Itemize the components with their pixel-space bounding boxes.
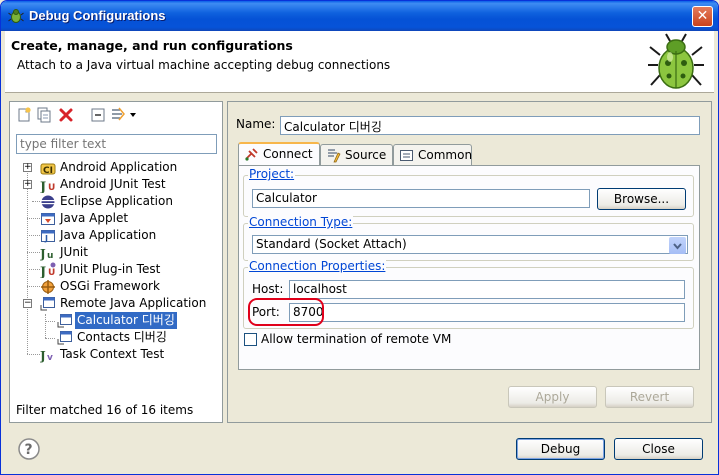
project-group: Project: Calculator Browse...: [243, 167, 694, 217]
browse-button[interactable]: Browse...: [597, 188, 686, 210]
tree-item-eclipse-application[interactable]: Eclipse Application: [10, 193, 220, 210]
java-app-icon: J: [41, 230, 55, 243]
project-input[interactable]: Calculator: [252, 189, 590, 208]
port-input[interactable]: 8700: [289, 303, 685, 322]
android-junit-icon: J U: [40, 180, 55, 193]
new-config-icon[interactable]: [16, 107, 32, 123]
allow-termination-checkbox[interactable]: [244, 333, 257, 346]
common-icon: [400, 150, 413, 161]
android-app-icon: CI: [40, 163, 56, 176]
debug-bug-banner-icon: [648, 33, 704, 89]
dialog-header: Create, manage, and run configurations A…: [5, 31, 714, 93]
project-legend: Project:: [248, 167, 296, 181]
remote-java-icon: [40, 297, 55, 311]
tree-item-task-context-test[interactable]: J v Task Context Test: [10, 346, 220, 363]
svg-text:J: J: [44, 234, 48, 243]
dropdown-arrow-icon[interactable]: [669, 237, 686, 254]
expand-icon[interactable]: +: [23, 180, 32, 189]
tree-item-remote-java-application[interactable]: − Remote Java Application: [10, 295, 220, 312]
revert-button[interactable]: Revert: [605, 386, 694, 408]
tree-item-android-application[interactable]: + CI Android Application: [10, 159, 220, 176]
svg-text:u: u: [47, 251, 53, 261]
header-title: Create, manage, and run configurations: [11, 38, 293, 53]
filter-status: Filter matched 16 of 16 items: [16, 403, 194, 417]
port-highlight-annotation: [248, 298, 324, 326]
name-label: Name:: [236, 117, 276, 131]
svg-text:J: J: [40, 349, 46, 363]
osgi-icon: [41, 280, 55, 294]
debug-bug-icon: [8, 9, 24, 23]
header-description: Attach to a Java virtual machine accepti…: [17, 58, 391, 72]
connection-properties-legend: Connection Properties:: [248, 259, 387, 273]
help-icon[interactable]: ?: [17, 437, 41, 461]
host-label: Host:: [252, 282, 284, 296]
filter-menu-icon[interactable]: [110, 107, 138, 123]
connection-type-group: Connection Type: Standard (Socket Attach…: [243, 215, 694, 261]
tree-item-calculator-debug[interactable]: Calculator 디버깅: [10, 312, 220, 329]
debug-configurations-window: Debug Configurations ✕ Create, manage, a…: [0, 0, 719, 475]
applet-icon: [41, 213, 55, 225]
connection-type-select[interactable]: Standard (Socket Attach): [252, 235, 688, 254]
config-name-input[interactable]: Calculator 디버깅: [280, 116, 700, 135]
svg-text:v: v: [47, 353, 53, 363]
tree-item-junit-plugin-test[interactable]: J U JUnit Plug-in Test: [10, 261, 220, 278]
svg-text:?: ?: [25, 442, 33, 458]
config-icon: [57, 314, 72, 328]
svg-text:U: U: [48, 183, 55, 193]
eclipse-icon: [41, 195, 55, 209]
debug-button[interactable]: Debug: [516, 438, 605, 460]
filter-input[interactable]: [16, 134, 217, 154]
tree-item-java-applet[interactable]: Java Applet: [10, 210, 220, 227]
allow-termination-label: Allow termination of remote VM: [261, 332, 452, 346]
svg-text:J: J: [40, 265, 46, 278]
title-bar: Debug Configurations ✕: [1, 1, 718, 31]
junit-plugin-icon: J U: [40, 262, 56, 278]
tree-item-osgi-framework[interactable]: OSGi Framework: [10, 278, 220, 295]
close-button[interactable]: Close: [614, 438, 703, 460]
connect-tab-content: Project: Calculator Browse... Connection…: [238, 165, 700, 370]
svg-text:J: J: [40, 247, 46, 261]
task-context-icon: J v: [40, 349, 53, 363]
collapse-icon[interactable]: −: [23, 299, 32, 308]
junit-icon: J u: [40, 247, 53, 261]
config-icon: [57, 331, 72, 345]
configuration-editor-panel: Name: Calculator 디버깅 Connect Source Comm…: [227, 101, 712, 423]
tree-item-java-application[interactable]: J Java Application: [10, 227, 220, 244]
tree-item-android-junit[interactable]: + J U Android JUnit Test: [10, 176, 220, 193]
source-icon: [328, 149, 341, 163]
svg-text:CI: CI: [43, 166, 53, 176]
tab-common[interactable]: Common: [393, 144, 472, 165]
connection-type-legend: Connection Type:: [248, 215, 354, 229]
svg-text:U: U: [48, 268, 55, 278]
configuration-list-panel: + CI Android Application + J U Android J…: [9, 101, 223, 423]
window-title: Debug Configurations: [29, 8, 166, 23]
tree-item-contacts-debug[interactable]: Contacts 디버깅: [10, 329, 220, 346]
tree-item-junit[interactable]: J u JUnit: [10, 244, 220, 261]
svg-text:J: J: [40, 180, 46, 193]
tab-connect[interactable]: Connect: [238, 142, 320, 166]
apply-button[interactable]: Apply: [508, 386, 597, 408]
host-input[interactable]: localhost: [289, 280, 685, 299]
connect-icon: [245, 148, 258, 161]
window-close-button[interactable]: ✕: [692, 6, 713, 27]
tab-source[interactable]: Source: [320, 144, 393, 165]
duplicate-config-icon[interactable]: [36, 107, 52, 123]
expand-icon[interactable]: +: [23, 163, 32, 172]
collapse-all-icon[interactable]: [90, 107, 106, 123]
delete-config-icon[interactable]: [58, 107, 74, 123]
